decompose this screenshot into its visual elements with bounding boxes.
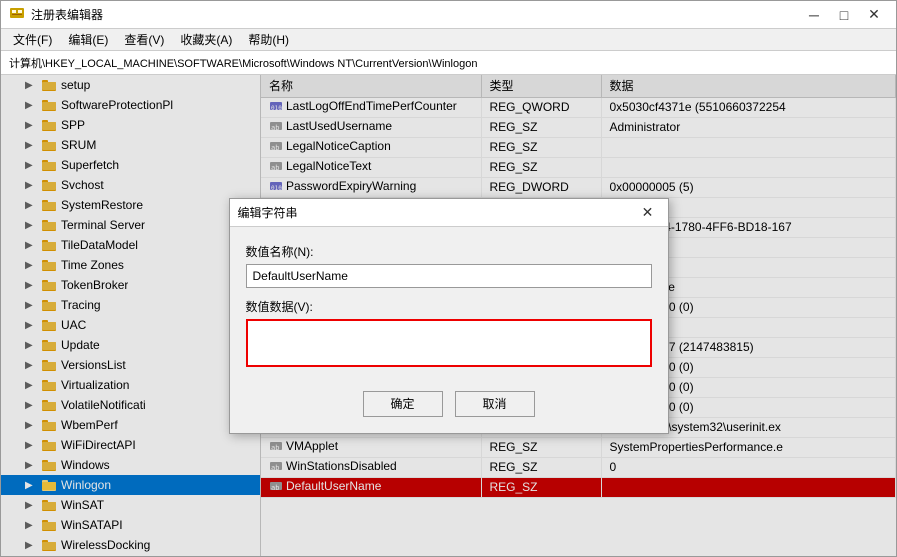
- maximize-button[interactable]: □: [830, 3, 858, 27]
- breadcrumb-text: 计算机\HKEY_LOCAL_MACHINE\SOFTWARE\Microsof…: [9, 55, 477, 71]
- menu-favorites[interactable]: 收藏夹(A): [172, 29, 240, 50]
- data-label: 数值数据(V):: [246, 298, 652, 315]
- menu-view[interactable]: 查看(V): [116, 29, 172, 50]
- breadcrumb: 计算机\HKEY_LOCAL_MACHINE\SOFTWARE\Microsof…: [1, 51, 896, 75]
- title-bar-controls: ─ □ ✕: [800, 3, 888, 27]
- main-window: 注册表编辑器 ─ □ ✕ 文件(F) 编辑(E) 查看(V) 收藏夹(A) 帮助…: [0, 0, 897, 557]
- dialog-title-bar: 编辑字符串 ✕: [230, 199, 668, 227]
- close-button[interactable]: ✕: [860, 3, 888, 27]
- dialog-buttons: 确定 取消: [230, 383, 668, 433]
- menu-bar: 文件(F) 编辑(E) 查看(V) 收藏夹(A) 帮助(H): [1, 29, 896, 51]
- title-bar-left: 注册表编辑器: [9, 6, 103, 23]
- name-field-group: 数值名称(N):: [246, 243, 652, 288]
- menu-help[interactable]: 帮助(H): [240, 29, 297, 50]
- data-field-group: 数值数据(V):: [246, 298, 652, 367]
- window-title: 注册表编辑器: [31, 6, 103, 23]
- dialog-overlay: 编辑字符串 ✕ 数值名称(N): 数值数据(V): 确定 取消: [1, 75, 896, 556]
- ok-button[interactable]: 确定: [363, 391, 443, 417]
- app-icon: [9, 7, 25, 23]
- menu-edit[interactable]: 编辑(E): [60, 29, 116, 50]
- name-input[interactable]: [246, 264, 652, 288]
- menu-file[interactable]: 文件(F): [5, 29, 60, 50]
- edit-string-dialog: 编辑字符串 ✕ 数值名称(N): 数值数据(V): 确定 取消: [229, 198, 669, 434]
- dialog-title: 编辑字符串: [238, 204, 298, 221]
- minimize-button[interactable]: ─: [800, 3, 828, 27]
- cancel-button[interactable]: 取消: [455, 391, 535, 417]
- dialog-close-button[interactable]: ✕: [636, 201, 660, 223]
- main-area: ▶ setup▶ SoftwareProtectionPl▶ SPP▶ SRUM…: [1, 75, 896, 556]
- dialog-body: 数值名称(N): 数值数据(V):: [230, 227, 668, 383]
- title-bar: 注册表编辑器 ─ □ ✕: [1, 1, 896, 29]
- data-input[interactable]: [246, 319, 652, 367]
- name-label: 数值名称(N):: [246, 243, 652, 260]
